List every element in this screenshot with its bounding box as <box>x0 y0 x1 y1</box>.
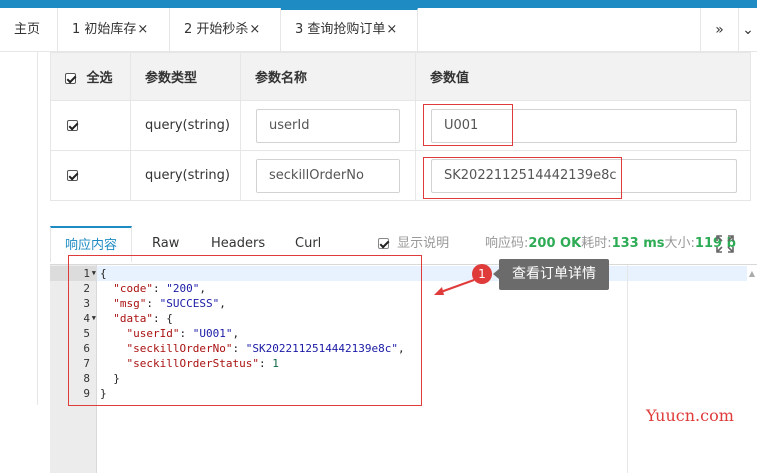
param-type-cell: query(string) <box>130 150 241 201</box>
param-type-header: 参数类型 <box>130 52 241 101</box>
row-select-cell <box>50 150 131 201</box>
table-row: query(string) seckillOrderNo SK202211251… <box>50 150 751 201</box>
fullscreen-icon[interactable] <box>714 233 736 255</box>
highlight-userid-value <box>423 104 513 146</box>
tab-init-stock[interactable]: 1 初始库存× <box>58 8 170 52</box>
left-panel-edge <box>0 52 38 405</box>
params-table: 全选 参数类型 参数名称 参数值 query(string) userId U0… <box>50 52 751 201</box>
tab-label: 1 初始库存 <box>72 22 137 37</box>
param-name-input[interactable]: seckillOrderNo <box>256 158 400 193</box>
show-desc-checkbox[interactable] <box>378 238 389 249</box>
table-row: query(string) userId U001 <box>50 100 751 151</box>
tab-query-order[interactable]: 3 查询抢购订单× <box>281 8 418 52</box>
select-all-label: 全选 <box>86 71 113 86</box>
print-margin <box>627 265 628 473</box>
row-select-cell <box>50 100 131 151</box>
time-value: 133 ms <box>611 236 665 251</box>
tab-home[interactable]: 主页 <box>0 8 58 52</box>
annotation-tooltip: 查看订单详情 <box>493 259 609 290</box>
row-checkbox[interactable] <box>67 120 78 131</box>
tab-label: 主页 <box>14 22 41 37</box>
tab-label: 3 查询抢购订单 <box>295 22 386 37</box>
annotation-badge: 1 <box>472 264 492 284</box>
top-accent-bar <box>0 0 757 8</box>
param-value-header: 参数值 <box>415 52 751 101</box>
param-name-header: 参数名称 <box>240 52 416 101</box>
param-name-input[interactable]: userId <box>256 108 400 143</box>
tab-start-seckill[interactable]: 2 开始秒杀× <box>170 8 281 52</box>
watermark: Yuucn.com <box>646 406 734 425</box>
scroll-up-icon[interactable]: ▲ <box>749 269 755 278</box>
tab-scroll-right-icon[interactable]: » <box>700 8 738 52</box>
show-desc-label: 显示说明 <box>397 236 450 251</box>
time-label: 耗时: <box>581 236 612 251</box>
params-header-row: 全选 参数类型 参数名称 参数值 <box>50 52 751 101</box>
highlight-orderno-value <box>423 157 622 199</box>
tab-bar: 主页 1 初始库存× 2 开始秒杀× 3 查询抢购订单× » ⌄ <box>0 8 757 52</box>
tab-menu-icon[interactable]: ⌄ <box>738 8 757 52</box>
close-icon[interactable]: × <box>137 22 148 37</box>
tab-label: 2 开始秒杀 <box>184 22 249 37</box>
param-type-cell: query(string) <box>130 100 241 151</box>
select-all-header[interactable]: 全选 <box>50 52 131 101</box>
status-code-value: 200 OK <box>528 236 582 251</box>
status-code-label: 响应码: <box>485 236 529 251</box>
select-all-checkbox[interactable] <box>65 73 76 84</box>
response-stats: 响应码:200 OK耗时:133 ms大小:119 b <box>485 226 736 262</box>
highlight-response-json <box>68 255 422 406</box>
close-icon[interactable]: × <box>386 22 397 37</box>
row-checkbox[interactable] <box>67 170 78 181</box>
close-icon[interactable]: × <box>249 22 260 37</box>
size-label: 大小: <box>664 236 695 251</box>
annotation-arrow-icon <box>434 279 475 295</box>
